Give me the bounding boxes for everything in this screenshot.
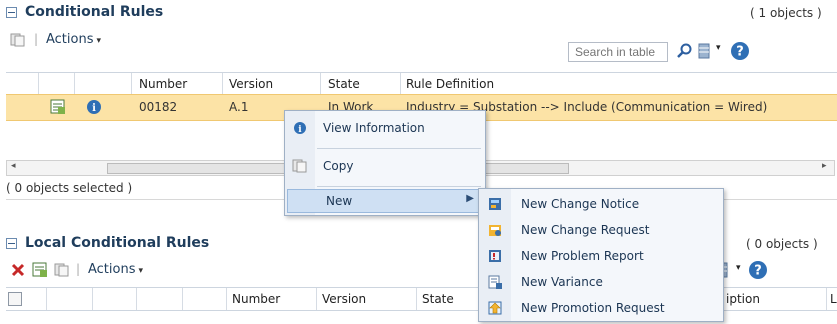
conditional-rules-header: Conditional Rules <box>6 4 163 20</box>
menu-item-label: New Promotion Request <box>521 301 665 315</box>
view-dropdown-caret-icon[interactable]: ▾ <box>716 43 721 53</box>
caret-down-icon: ▾ <box>138 266 144 276</box>
select-all-checkbox[interactable] <box>8 292 22 306</box>
local-conditional-rules-header: Local Conditional Rules <box>6 235 209 251</box>
toolbar-divider: | <box>76 262 81 276</box>
menu-item-copy[interactable]: Copy <box>285 153 485 179</box>
actions-label: Actions <box>46 32 94 47</box>
menu-item-new[interactable]: New ▶ <box>287 189 483 213</box>
collapse-icon[interactable] <box>6 237 17 249</box>
menu-item-new-change-notice[interactable]: New Change Notice <box>479 191 723 217</box>
copy-icon <box>285 159 315 173</box>
menu-item-label: New <box>326 194 353 208</box>
menu-item-label: New Change Request <box>521 223 650 237</box>
panel-title: Conditional Rules <box>25 4 164 20</box>
panel-title: Local Conditional Rules <box>25 235 210 251</box>
column-view-icon[interactable] <box>696 42 712 60</box>
column-partial[interactable]: L <box>830 292 837 306</box>
column-number[interactable]: Number <box>139 77 187 91</box>
collapse-icon[interactable] <box>6 6 17 18</box>
menu-item-label: New Problem Report <box>521 249 644 263</box>
menu-item-label: New Change Notice <box>521 197 640 211</box>
copy-icon[interactable] <box>54 263 70 277</box>
submenu-arrow-icon: ▶ <box>466 193 474 204</box>
help-icon[interactable]: ? <box>748 260 768 280</box>
search-icon[interactable] <box>676 42 694 60</box>
menu-item-new-promotion-request[interactable]: New Promotion Request <box>479 295 723 321</box>
object-count: ( 0 objects ) <box>746 237 818 251</box>
column-version[interactable]: Version <box>229 77 273 91</box>
cell-number[interactable]: 00182 <box>139 100 177 114</box>
column-number[interactable]: Number <box>232 292 280 306</box>
copy-icon[interactable] <box>10 33 26 47</box>
menu-item-new-problem-report[interactable]: New Problem Report <box>479 243 723 269</box>
scroll-right-icon[interactable]: ▸ <box>822 161 827 171</box>
svg-text:?: ? <box>754 264 762 279</box>
actions-menu[interactable]: Actions ▾ <box>46 32 101 47</box>
context-menu: i View Information Copy New ▶ <box>284 110 486 216</box>
column-description[interactable]: iption <box>726 292 760 306</box>
change-notice-icon <box>479 196 511 212</box>
new-submenu: New Change Notice New Change Request New… <box>478 188 724 322</box>
problem-report-icon <box>479 248 511 264</box>
menu-item-new-change-request[interactable]: New Change Request <box>479 217 723 243</box>
toolbar: | Actions▾ ▾ ? <box>6 30 837 62</box>
caret-down-icon: ▾ <box>96 36 102 46</box>
info-icon: i <box>285 121 315 135</box>
info-icon[interactable]: i <box>86 99 102 115</box>
menu-item-label: New Variance <box>521 275 603 289</box>
svg-text:?: ? <box>736 45 744 60</box>
actions-menu[interactable]: Actions ▾ <box>88 262 143 277</box>
delete-icon[interactable] <box>10 262 26 278</box>
variance-icon <box>479 274 511 290</box>
actions-label: Actions <box>88 262 136 277</box>
svg-text:i: i <box>92 103 96 114</box>
change-request-icon <box>479 222 511 238</box>
view-dropdown-caret-icon[interactable]: ▾ <box>736 263 741 273</box>
cell-version: A.1 <box>229 100 249 114</box>
column-state[interactable]: State <box>422 292 454 306</box>
menu-item-label: Copy <box>323 159 354 173</box>
toolbar-divider: | <box>34 32 39 46</box>
column-rule-definition[interactable]: Rule Definition <box>406 77 494 91</box>
scroll-left-icon[interactable]: ◂ <box>11 161 16 171</box>
selection-status: ( 0 objects selected ) <box>6 181 133 195</box>
svg-text:i: i <box>298 125 302 135</box>
column-state[interactable]: State <box>328 77 360 91</box>
table-header: Number Version State Rule Definition <box>6 72 837 96</box>
rule-type-icon[interactable] <box>50 99 66 115</box>
help-icon[interactable]: ? <box>730 41 750 61</box>
menu-item-view-information[interactable]: i View Information <box>285 115 485 141</box>
menu-item-label: View Information <box>323 121 425 135</box>
menu-item-new-variance[interactable]: New Variance <box>479 269 723 295</box>
promotion-request-icon <box>479 300 511 316</box>
insert-rule-icon[interactable] <box>32 262 48 278</box>
search-input[interactable] <box>568 42 668 62</box>
column-version[interactable]: Version <box>322 292 366 306</box>
object-count: ( 1 objects ) <box>750 6 822 20</box>
